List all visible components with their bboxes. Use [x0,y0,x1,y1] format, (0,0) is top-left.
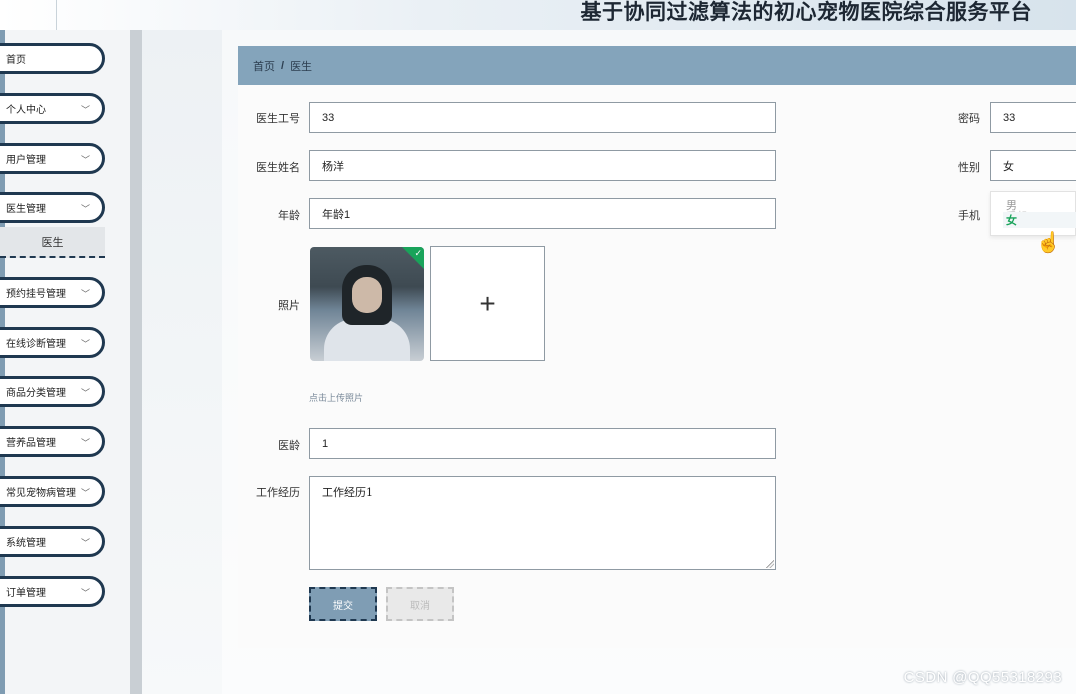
seniority-input[interactable]: 1 [309,428,776,459]
sidebar-item-system[interactable]: 系统管理 ﹀ [0,526,105,557]
chevron-down-icon: ﹀ [80,339,90,349]
photo-shirt [324,319,410,361]
check-icon: ✓ [414,248,422,258]
sidebar-item-label: 订单管理 [6,588,46,599]
upload-tip: 点击上传照片 [309,393,364,403]
chevron-down-icon: ﹀ [80,204,90,214]
sidebar-item-online-diagnosis[interactable]: 在线诊断管理 ﹀ [0,327,105,358]
sidebar-subitem-doctor[interactable]: 医生 [0,227,105,258]
cancel-button[interactable]: 取消 [386,587,454,621]
chevron-down-icon: ﹀ [80,388,90,398]
gender-dropdown: 男 手机1 女 [990,191,1076,236]
resize-handle-icon[interactable] [766,560,774,568]
phone-label: 手机 [958,210,980,222]
sidebar-item-personal-center[interactable]: 个人中心 ﹀ [0,93,105,124]
sidebar-item-user-management[interactable]: 用户管理 ﹀ [0,143,105,174]
doctor-id-input[interactable]: 33 [309,102,776,133]
sidebar-item-label: 用户管理 [6,155,46,166]
sidebar: 首页 个人中心 ﹀ 用户管理 ﹀ 医生管理 ﹀ 医生 预约挂号管理 ﹀ 在线诊断… [0,30,142,694]
breadcrumb-separator: / [281,59,285,72]
top-header: 基于协同过滤算法的初心宠物医院综合服务平台 [0,0,1076,30]
doctor-id-label: 医生工号 [256,113,300,125]
doctor-photo[interactable]: ✓ [310,247,424,361]
sidebar-item-label: 首页 [6,55,26,66]
photo-upload-button[interactable]: + [430,246,545,361]
chevron-down-icon: ﹀ [80,588,90,598]
password-label: 密码 [958,113,980,125]
sidebar-item-label: 医生管理 [6,204,46,215]
sidebar-item-label: 个人中心 [6,105,46,116]
sidebar-item-doctor-management[interactable]: 医生管理 ﹀ [0,192,105,223]
sidebar-item-label: 预约挂号管理 [6,289,66,300]
password-input[interactable]: 33 [990,102,1076,133]
chevron-down-icon: ﹀ [80,438,90,448]
sidebar-item-nutrition[interactable]: 营养品管理 ﹀ [0,426,105,457]
sidebar-item-label: 商品分类管理 [6,388,66,399]
hand-cursor-icon: ☝ [1036,232,1061,254]
breadcrumb: 首页 / 医生 [238,46,1076,85]
sidebar-item-appointment-management[interactable]: 预约挂号管理 ﹀ [0,277,105,308]
experience-text: 工作经历1 [322,486,373,499]
sidebar-item-label: 营养品管理 [6,438,56,449]
doctor-name-label: 医生姓名 [256,162,300,174]
doctor-form-panel: 首页 / 医生 医生工号 33 密码 33 医生姓名 杨洋 性别 女 年龄 年龄… [238,46,1076,648]
sidebar-item-label: 常见宠物病管理 [6,488,76,499]
sidebar-item-orders[interactable]: 订单管理 ﹀ [0,576,105,607]
sidebar-item-product-category[interactable]: 商品分类管理 ﹀ [0,376,105,407]
experience-textarea[interactable]: 工作经历1 [309,476,776,570]
chevron-down-icon: ﹀ [80,488,90,498]
submit-button[interactable]: 提交 [309,587,377,621]
gender-select[interactable]: 女 [990,150,1076,181]
age-label: 年龄 [278,210,300,222]
header-divider [56,0,57,30]
sidebar-item-label: 系统管理 [6,538,46,549]
sidebar-subitem-label: 医生 [41,236,64,249]
chevron-down-icon: ﹀ [80,538,90,548]
sidebar-item-label: 在线诊断管理 [6,339,66,350]
chevron-down-icon: ﹀ [80,105,90,115]
age-input[interactable]: 年龄1 [309,198,776,229]
photo-face [352,277,382,313]
sidebar-item-home[interactable]: 首页 [0,43,105,74]
seniority-label: 医龄 [278,440,300,452]
breadcrumb-current: 医生 [290,60,313,73]
watermark: CSDN @QQ55318293 [903,669,1062,686]
sidebar-scroll-rail[interactable] [130,30,142,694]
gender-option-female[interactable]: 女 [1003,212,1076,228]
chevron-down-icon: ﹀ [80,155,90,165]
experience-label: 工作经历 [256,487,300,499]
sidebar-item-pet-disease[interactable]: 常见宠物病管理 ﹀ [0,476,105,507]
doctor-name-input[interactable]: 杨洋 [309,150,776,181]
chevron-down-icon: ﹀ [80,289,90,299]
breadcrumb-home[interactable]: 首页 [253,58,275,74]
plus-icon: + [479,287,496,319]
gender-label: 性别 [958,162,980,174]
photo-label: 照片 [278,300,300,312]
app-title: 基于协同过滤算法的初心宠物医院综合服务平台 [580,0,1032,24]
